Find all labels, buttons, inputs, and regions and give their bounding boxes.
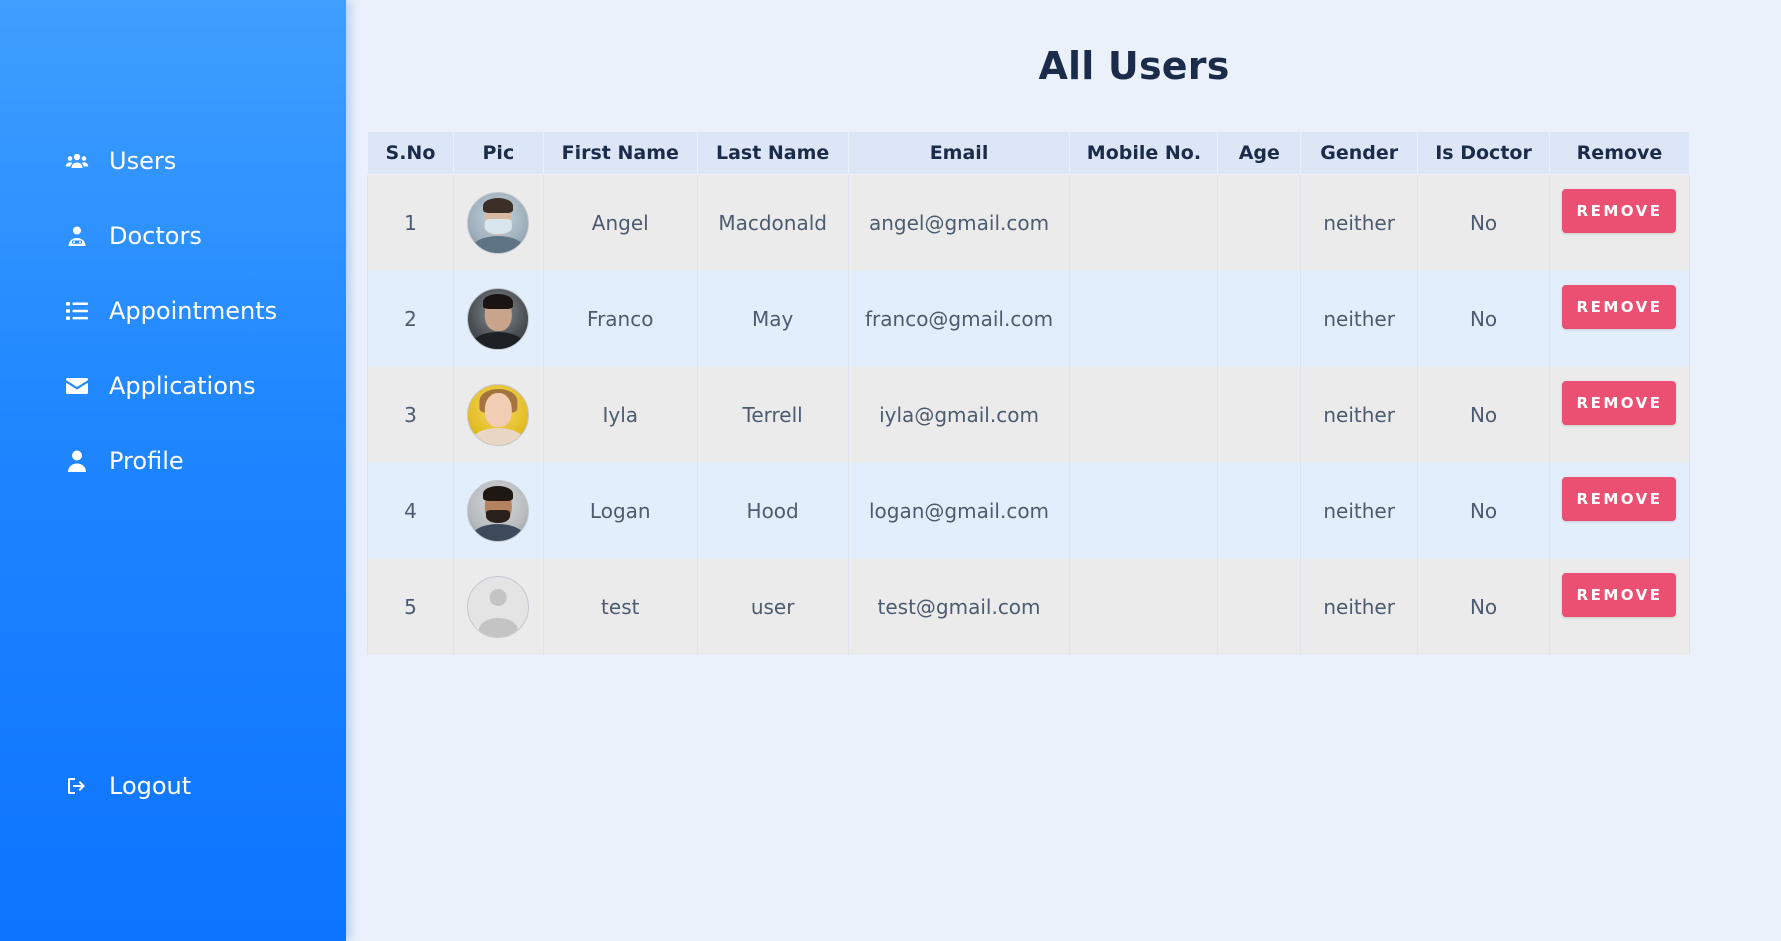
cell-sno: 3 bbox=[367, 367, 454, 463]
remove-button[interactable]: REMOVE bbox=[1562, 381, 1677, 425]
cell-is-doctor: No bbox=[1417, 271, 1550, 367]
cell-age bbox=[1217, 174, 1302, 271]
column-header-sno: S.No bbox=[367, 131, 454, 175]
column-header-mobile: Mobile No. bbox=[1069, 131, 1219, 175]
users-table: S.No Pic First Name Last Name Email Mobi… bbox=[367, 131, 1691, 655]
cell-remove: REMOVE bbox=[1548, 463, 1691, 559]
cell-is-doctor: No bbox=[1417, 559, 1550, 655]
column-header-last-name: Last Name bbox=[696, 131, 849, 175]
table-row: 4 Logan Hood logan@gmail.com neither No … bbox=[367, 463, 1691, 559]
page-title: All Users bbox=[1038, 44, 1230, 88]
cell-first-name: Franco bbox=[542, 271, 698, 367]
column-header-remove: Remove bbox=[1548, 131, 1691, 175]
logout-icon bbox=[64, 773, 90, 799]
column-header-is-doctor: Is Doctor bbox=[1417, 131, 1550, 175]
remove-button[interactable]: REMOVE bbox=[1562, 477, 1677, 521]
cell-gender: neither bbox=[1300, 463, 1419, 559]
app: Users Doctors Appointments Applications bbox=[0, 0, 1781, 941]
cell-pic bbox=[452, 463, 544, 559]
cell-email: logan@gmail.com bbox=[847, 463, 1071, 559]
cell-last-name: Hood bbox=[696, 463, 849, 559]
sidebar-item-label: Users bbox=[109, 147, 177, 175]
cell-pic bbox=[452, 174, 544, 271]
cell-email: test@gmail.com bbox=[847, 559, 1071, 655]
remove-button[interactable]: REMOVE bbox=[1562, 573, 1677, 617]
cell-gender: neither bbox=[1300, 271, 1419, 367]
cell-pic bbox=[452, 271, 544, 367]
cell-email: iyla@gmail.com bbox=[847, 367, 1071, 463]
table-row: 1 Angel Macdonald angel@gmail.com neithe… bbox=[367, 174, 1691, 271]
cell-first-name: Angel bbox=[542, 174, 698, 271]
column-header-age: Age bbox=[1217, 131, 1302, 175]
users-icon bbox=[64, 148, 90, 174]
cell-age bbox=[1217, 271, 1302, 367]
cell-remove: REMOVE bbox=[1548, 271, 1691, 367]
cell-mobile bbox=[1069, 463, 1219, 559]
cell-sno: 4 bbox=[367, 463, 454, 559]
cell-last-name: Terrell bbox=[696, 367, 849, 463]
column-header-gender: Gender bbox=[1300, 131, 1419, 175]
cell-gender: neither bbox=[1300, 367, 1419, 463]
cell-pic bbox=[452, 559, 544, 655]
cell-email: angel@gmail.com bbox=[847, 174, 1071, 271]
table-header-row: S.No Pic First Name Last Name Email Mobi… bbox=[367, 131, 1691, 175]
cell-mobile bbox=[1069, 559, 1219, 655]
sidebar-item-label: Profile bbox=[109, 447, 184, 475]
cell-is-doctor: No bbox=[1417, 367, 1550, 463]
cell-last-name: May bbox=[696, 271, 849, 367]
cell-remove: REMOVE bbox=[1548, 367, 1691, 463]
logout-label: Logout bbox=[109, 772, 192, 800]
cell-first-name: Iyla bbox=[542, 367, 698, 463]
cell-remove: REMOVE bbox=[1548, 174, 1691, 271]
cell-first-name: Logan bbox=[542, 463, 698, 559]
remove-button[interactable]: REMOVE bbox=[1562, 189, 1677, 233]
table-row: 5 test user test@gmail.com neither No RE… bbox=[367, 559, 1691, 655]
cell-first-name: test bbox=[542, 559, 698, 655]
sidebar-item-profile[interactable]: Profile bbox=[64, 443, 184, 479]
table-row: 2 Franco May franco@gmail.com neither No… bbox=[367, 271, 1691, 367]
sidebar-item-label: Doctors bbox=[109, 222, 202, 250]
table-row: 3 Iyla Terrell iyla@gmail.com neither No… bbox=[367, 367, 1691, 463]
cell-mobile bbox=[1069, 271, 1219, 367]
sidebar-item-users[interactable]: Users bbox=[64, 143, 176, 179]
cell-age bbox=[1217, 559, 1302, 655]
sidebar: Users Doctors Appointments Applications bbox=[0, 0, 346, 941]
cell-gender: neither bbox=[1300, 559, 1419, 655]
cell-age bbox=[1217, 463, 1302, 559]
envelope-icon bbox=[64, 373, 90, 399]
avatar bbox=[467, 288, 530, 350]
sidebar-item-label: Applications bbox=[109, 372, 256, 400]
cell-email: franco@gmail.com bbox=[847, 271, 1071, 367]
sidebar-item-doctors[interactable]: Doctors bbox=[64, 218, 202, 254]
cell-last-name: user bbox=[696, 559, 849, 655]
cell-last-name: Macdonald bbox=[696, 174, 849, 271]
cell-gender: neither bbox=[1300, 174, 1419, 271]
logout-button[interactable]: Logout bbox=[64, 768, 191, 804]
avatar-placeholder-icon bbox=[467, 576, 530, 638]
cell-mobile bbox=[1069, 367, 1219, 463]
avatar bbox=[467, 384, 530, 446]
cell-sno: 5 bbox=[367, 559, 454, 655]
cell-age bbox=[1217, 367, 1302, 463]
cell-sno: 1 bbox=[367, 174, 454, 271]
main-content: All Users S.No Pic First Name Last Name … bbox=[346, 0, 1781, 941]
cell-is-doctor: No bbox=[1417, 174, 1550, 271]
cell-sno: 2 bbox=[367, 271, 454, 367]
column-header-email: Email bbox=[847, 131, 1071, 175]
remove-button[interactable]: REMOVE bbox=[1562, 285, 1677, 329]
user-icon bbox=[64, 448, 90, 474]
column-header-first-name: First Name bbox=[542, 131, 698, 175]
sidebar-item-applications[interactable]: Applications bbox=[64, 368, 256, 404]
avatar bbox=[467, 480, 530, 542]
sidebar-item-appointments[interactable]: Appointments bbox=[64, 293, 277, 329]
cell-is-doctor: No bbox=[1417, 463, 1550, 559]
avatar bbox=[467, 192, 530, 254]
cell-pic bbox=[452, 367, 544, 463]
sidebar-item-label: Appointments bbox=[109, 297, 278, 325]
doctor-icon bbox=[64, 223, 90, 249]
cell-mobile bbox=[1069, 174, 1219, 271]
column-header-pic: Pic bbox=[452, 131, 544, 175]
list-icon bbox=[64, 298, 90, 324]
cell-remove: REMOVE bbox=[1548, 559, 1691, 655]
